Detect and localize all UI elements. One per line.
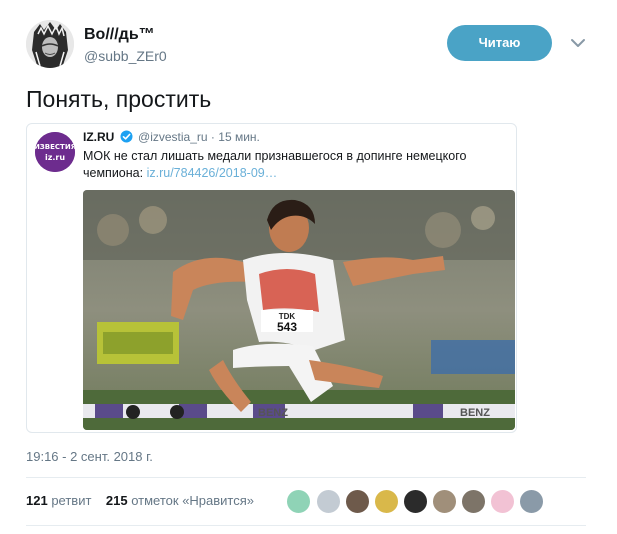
quoted-text: МОК не стал лишать медали признавшегося … — [83, 148, 503, 182]
avatar-site-text: iz.ru — [45, 153, 65, 162]
stats-divider-top — [26, 477, 586, 478]
like-count[interactable]: 215 — [106, 493, 128, 508]
author-name[interactable]: Во///дь™ — [84, 26, 155, 44]
quoted-author-handle[interactable]: @izvestia_ru — [138, 130, 208, 144]
tweet-header: Во///дь™ @subb_ZEr0 Читаю — [26, 20, 596, 72]
quoted-author-avatar[interactable]: ИЗВЕСТИЯ iz.ru — [35, 132, 75, 172]
liker-avatar[interactable] — [519, 489, 544, 514]
like-label[interactable]: отметок «Нравится» — [131, 493, 254, 508]
retweet-label[interactable]: ретвит — [51, 493, 91, 508]
tweet-stats: 121 ретвит 215 отметок «Нравится» — [26, 493, 254, 508]
liker-avatar[interactable] — [345, 489, 370, 514]
meta-separator: · — [210, 130, 215, 144]
retweet-count[interactable]: 121 — [26, 493, 48, 508]
liker-avatar[interactable] — [432, 489, 457, 514]
liker-avatar[interactable] — [461, 489, 486, 514]
liker-avatar[interactable] — [316, 489, 341, 514]
quoted-header: IZ.RU @izvestia_ru · 15 мин. — [83, 130, 260, 144]
tweet-timestamp[interactable]: 19:16 - 2 сент. 2018 г. — [26, 449, 153, 464]
quoted-link[interactable]: iz.ru/784426/2018-09… — [147, 166, 278, 180]
hurdle-text-right: BENZ — [460, 407, 490, 419]
author-handle[interactable]: @subb_ZEr0 — [84, 48, 167, 64]
quoted-tweet[interactable]: ИЗВЕСТИЯ iz.ru IZ.RU @izvestia_ru · 15 м… — [26, 123, 517, 433]
hurdle-text-left: BENZ — [258, 407, 288, 419]
liker-avatar[interactable] — [403, 489, 428, 514]
quoted-photo[interactable]: BENZ BENZ TDK 543 — [83, 190, 515, 430]
native-chief-portrait-icon — [26, 20, 74, 68]
stats-divider-bottom — [26, 525, 586, 526]
avatar-brand-text: ИЗВЕСТИЯ — [35, 143, 75, 151]
follow-button[interactable]: Читаю — [447, 25, 552, 61]
verified-badge-icon — [120, 130, 133, 143]
author-avatar[interactable] — [26, 20, 74, 68]
quoted-author-name[interactable]: IZ.RU — [83, 130, 114, 144]
liker-avatar[interactable] — [286, 489, 311, 514]
liker-avatar[interactable] — [374, 489, 399, 514]
tweet-text: Понять, простить — [26, 86, 212, 112]
quoted-time[interactable]: 15 мин. — [218, 130, 260, 144]
bib-number: 543 — [277, 320, 297, 334]
chevron-down-icon[interactable] — [568, 33, 588, 53]
liker-avatar[interactable] — [490, 489, 515, 514]
